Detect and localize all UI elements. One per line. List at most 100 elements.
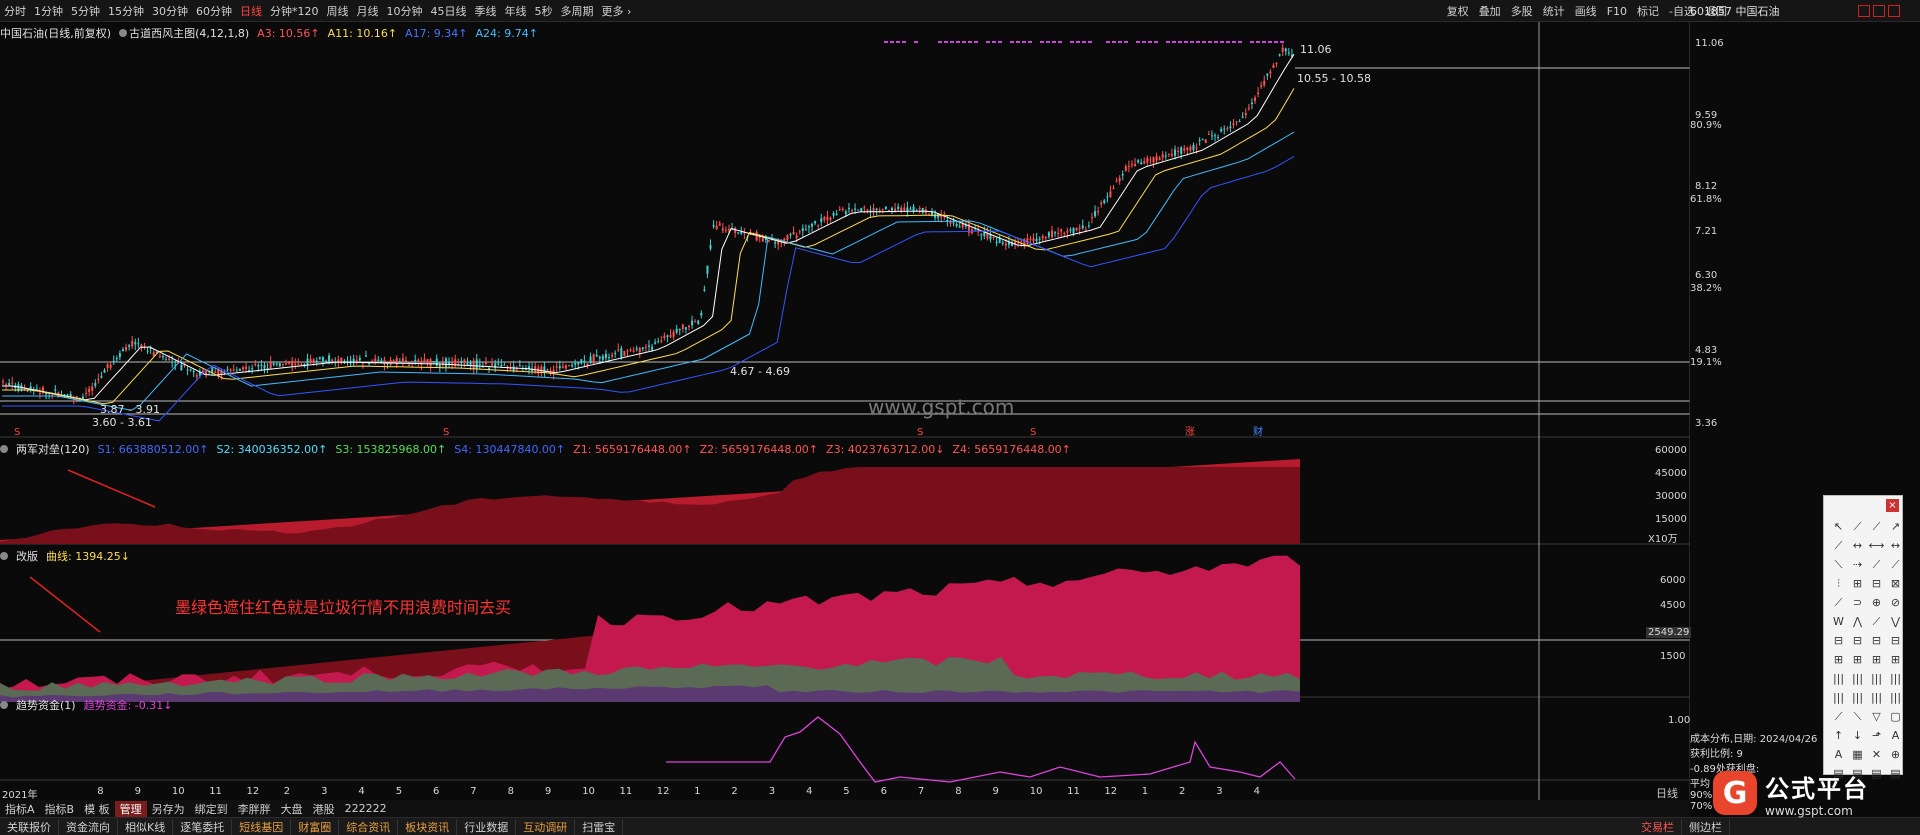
draw-tool-icon[interactable]: ⬏ bbox=[1868, 727, 1885, 744]
draw-tool-icon[interactable]: ▢ bbox=[1887, 708, 1904, 725]
indicator-tab[interactable]: 李胖胖 bbox=[233, 801, 276, 817]
draw-tool-icon[interactable]: ⊟ bbox=[1849, 632, 1866, 649]
draw-tool-icon[interactable]: ↑ bbox=[1830, 727, 1847, 744]
draw-tool-icon[interactable]: ⊞ bbox=[1887, 651, 1904, 668]
period-tab[interactable]: 45日线 bbox=[427, 3, 471, 19]
draw-tool-icon[interactable]: ⊟ bbox=[1887, 632, 1904, 649]
draw-tool-icon[interactable]: ⊞ bbox=[1849, 575, 1866, 592]
indicator-dot-icon[interactable] bbox=[0, 552, 8, 560]
period-tab[interactable]: 分钟*120 bbox=[266, 3, 323, 19]
period-tab[interactable]: 30分钟 bbox=[148, 3, 192, 19]
indicator-tab[interactable]: 大盘 bbox=[276, 801, 308, 817]
draw-tool-icon[interactable]: ⟋ bbox=[1830, 594, 1847, 611]
status-tab[interactable]: 互动调研 bbox=[516, 818, 576, 835]
panel2-name[interactable]: 改版 bbox=[16, 548, 38, 564]
period-tab[interactable]: 周线 bbox=[323, 3, 353, 19]
draw-tool-icon[interactable]: A bbox=[1887, 727, 1904, 744]
status-tab[interactable]: 短线基因 bbox=[232, 818, 292, 835]
draw-tool-icon[interactable]: ↗ bbox=[1887, 518, 1904, 535]
draw-tool-icon[interactable]: ⟷ bbox=[1868, 537, 1885, 554]
status-tab[interactable]: 行业数据 bbox=[457, 818, 517, 835]
period-tab[interactable]: 5分钟 bbox=[67, 3, 104, 19]
panel3-name[interactable]: 趋势资金(1) bbox=[16, 697, 76, 713]
toolbar-button[interactable]: 多股 bbox=[1506, 3, 1538, 19]
draw-tool-icon[interactable]: ||| bbox=[1868, 689, 1885, 706]
draw-tool-icon[interactable]: ⟍ bbox=[1849, 708, 1866, 725]
draw-tool-icon[interactable]: ⊟ bbox=[1868, 575, 1885, 592]
draw-tool-icon[interactable]: ⋀ bbox=[1849, 613, 1866, 630]
draw-tool-icon[interactable]: ▦ bbox=[1849, 746, 1866, 763]
draw-tool-icon[interactable]: ⊞ bbox=[1830, 651, 1847, 668]
period-tab[interactable]: 季线 bbox=[471, 3, 501, 19]
indicator-tab[interactable]: 模 板 bbox=[79, 801, 115, 817]
draw-tool-icon[interactable]: ↖ bbox=[1830, 518, 1847, 535]
draw-tool-icon[interactable]: ↓ bbox=[1849, 727, 1866, 744]
draw-tool-icon[interactable]: ||| bbox=[1849, 689, 1866, 706]
status-tab[interactable]: 扫雷宝 bbox=[575, 818, 624, 835]
draw-tool-icon[interactable]: ⟋ bbox=[1849, 518, 1866, 535]
status-tab[interactable]: 板块资讯 bbox=[398, 818, 458, 835]
toolbar-button[interactable]: F10 bbox=[1602, 5, 1632, 18]
draw-tool-icon[interactable]: ⟋ bbox=[1868, 518, 1885, 535]
indicator-dot-icon[interactable] bbox=[0, 445, 8, 453]
status-tab[interactable]: 逐笔委托 bbox=[173, 818, 233, 835]
toolbar-button[interactable]: 叠加 bbox=[1474, 3, 1506, 19]
toolbar-button[interactable]: 标记 bbox=[1632, 3, 1664, 19]
indicator-tab[interactable]: 港股 bbox=[308, 801, 340, 817]
draw-tool-icon[interactable]: ||| bbox=[1887, 670, 1904, 687]
indicator-tab[interactable]: 222222 bbox=[340, 802, 392, 815]
draw-tool-icon[interactable]: ⊕ bbox=[1868, 594, 1885, 611]
period-tab[interactable]: 分时 bbox=[0, 3, 30, 19]
period-tab[interactable]: 年线 bbox=[501, 3, 531, 19]
indicator-tab[interactable]: 指标B bbox=[40, 801, 80, 817]
panel1-name[interactable]: 两军对垒(120) bbox=[16, 441, 90, 457]
draw-tool-icon[interactable]: ⟋ bbox=[1887, 556, 1904, 573]
draw-tool-icon[interactable]: A bbox=[1830, 746, 1847, 763]
draw-tool-icon[interactable]: ⊘ bbox=[1887, 594, 1904, 611]
draw-tool-icon[interactable]: W bbox=[1830, 613, 1847, 630]
period-tab[interactable]: 1分钟 bbox=[30, 3, 67, 19]
draw-tool-icon[interactable]: ||| bbox=[1868, 670, 1885, 687]
draw-tool-icon[interactable]: ⟋ bbox=[1868, 556, 1885, 573]
status-tab[interactable]: 相似K线 bbox=[118, 818, 174, 835]
draw-tool-icon[interactable]: ✕ bbox=[1868, 746, 1885, 763]
period-tab[interactable]: 多周期 bbox=[557, 3, 598, 19]
status-tab[interactable]: 资金流向 bbox=[59, 818, 118, 835]
period-tab[interactable]: 15分钟 bbox=[104, 3, 148, 19]
indicator-tab[interactable]: 指标A bbox=[0, 801, 40, 817]
indicator-tab[interactable]: 管理 bbox=[114, 800, 147, 817]
draw-tool-icon[interactable]: ↔ bbox=[1849, 537, 1866, 554]
draw-tool-icon[interactable]: ⊕ bbox=[1887, 746, 1904, 763]
draw-tool-icon[interactable]: ⊞ bbox=[1868, 651, 1885, 668]
status-tab[interactable]: 财富圈 bbox=[291, 818, 340, 835]
draw-tool-icon[interactable]: ⟍ bbox=[1830, 556, 1847, 573]
status-right-button[interactable]: 侧边栏 bbox=[1682, 818, 1730, 835]
draw-tool-icon[interactable]: ||| bbox=[1830, 689, 1847, 706]
period-tab[interactable]: 更多 › bbox=[598, 3, 636, 19]
period-tab[interactable]: 10分钟 bbox=[383, 3, 427, 19]
draw-tool-icon[interactable]: ||| bbox=[1887, 689, 1904, 706]
indicator-tab[interactable]: 绑定到 bbox=[190, 801, 233, 817]
draw-tool-icon[interactable]: ⊟ bbox=[1868, 632, 1885, 649]
indicator-dot-icon[interactable] bbox=[0, 701, 8, 709]
indicator-tab[interactable]: 另存为 bbox=[147, 801, 190, 817]
toolbar-button[interactable]: 画线 bbox=[1570, 3, 1602, 19]
draw-tool-icon[interactable]: ||| bbox=[1830, 670, 1847, 687]
draw-tool-icon[interactable]: ⟋ bbox=[1868, 613, 1885, 630]
window-icon[interactable] bbox=[1888, 5, 1900, 17]
draw-tool-icon[interactable]: ⟋ bbox=[1830, 537, 1847, 554]
draw-tool-icon[interactable]: ||| bbox=[1849, 670, 1866, 687]
draw-tool-icon[interactable]: ⊃ bbox=[1849, 594, 1866, 611]
status-tab[interactable]: 综合资讯 bbox=[339, 818, 399, 835]
period-tab[interactable]: 日线 bbox=[236, 3, 266, 19]
status-tab[interactable]: 关联报价 bbox=[0, 818, 59, 835]
candlestick-chart[interactable]: 11.06 10.55 - 10.58 4.67 - 4.69 3.87 - 3.91… bbox=[0, 22, 1690, 802]
draw-tool-icon[interactable]: ⋁ bbox=[1887, 613, 1904, 630]
toolbar-button[interactable]: 复权 bbox=[1442, 3, 1474, 19]
period-tab[interactable]: 5秒 bbox=[531, 3, 557, 19]
draw-tool-icon[interactable]: ⇢ bbox=[1849, 556, 1866, 573]
draw-tool-icon[interactable]: ⫶ bbox=[1830, 575, 1847, 592]
draw-tool-icon[interactable]: ⊠ bbox=[1887, 575, 1904, 592]
toolbar-button[interactable]: 统计 bbox=[1538, 3, 1570, 19]
draw-tool-icon[interactable]: ⊞ bbox=[1849, 651, 1866, 668]
